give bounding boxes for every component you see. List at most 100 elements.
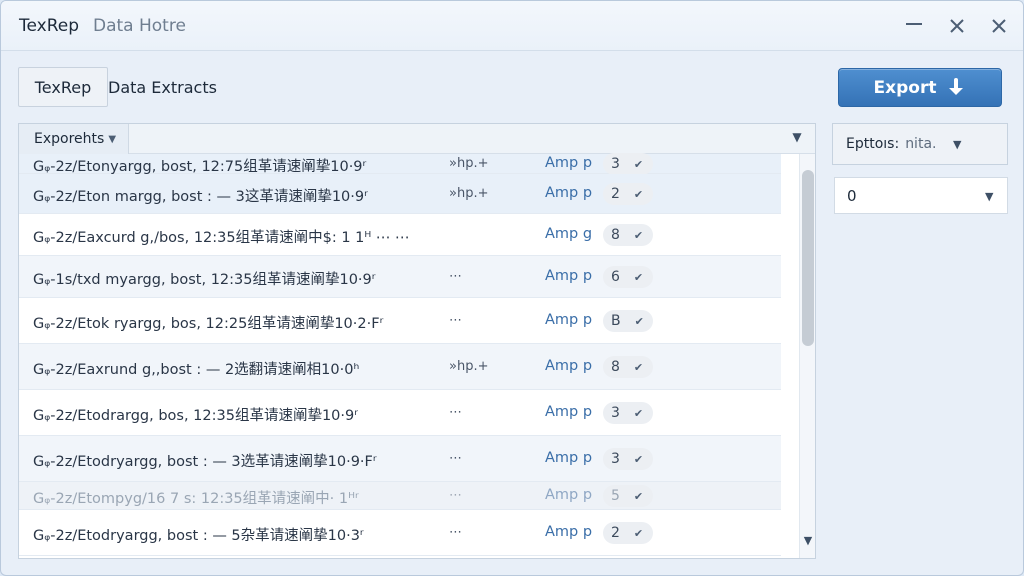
row-count-value: 2 bbox=[611, 525, 620, 541]
arrow-down-icon bbox=[949, 77, 964, 95]
checkmark-icon: ✔ bbox=[633, 228, 644, 242]
row-count-selector[interactable]: 8 ✔ bbox=[603, 224, 653, 246]
table-row[interactable]: Gᵩ-2z/Eaxcurd g,/bos, 12:35组革请速阐中$: 1 1ᴴ… bbox=[19, 214, 781, 256]
row-count-selector[interactable]: 8 ✔ bbox=[603, 356, 653, 378]
row-type: Amp p bbox=[545, 155, 593, 171]
row-type: Amp p bbox=[545, 312, 593, 328]
row-count-value: 3 bbox=[611, 451, 620, 467]
checkmark-icon: ✔ bbox=[633, 526, 644, 540]
row-count-value: B bbox=[611, 313, 621, 329]
row-count-value: 8 bbox=[611, 359, 620, 375]
row-type: Amp p bbox=[545, 524, 593, 540]
row-type: Amp p bbox=[545, 358, 593, 374]
table-row[interactable]: Gᵩ-2z/Eton margg, bost : — 3这革请速阐挚10·9ʳ »… bbox=[19, 174, 781, 214]
section-title: Data Extracts bbox=[108, 78, 217, 97]
close-button[interactable] bbox=[984, 11, 1014, 41]
table-row[interactable]: Gᵩ-2z/Etok ryargg, bos, 12:25组革请速阐挚10·2·… bbox=[19, 298, 781, 344]
row-type: Amp p bbox=[545, 450, 593, 466]
row-count-selector[interactable]: B ✔ bbox=[603, 310, 653, 332]
row-type: Amp g bbox=[545, 226, 593, 242]
row-count-selector[interactable]: 2 ✔ bbox=[603, 183, 653, 205]
checkmark-icon: ✔ bbox=[633, 489, 644, 503]
exports-rows: Gᵩ-2z/Etonyargg, bost, 12:75组革请速阐挚10·9ʳ »… bbox=[19, 153, 781, 558]
row-count-value: 3 bbox=[611, 156, 620, 172]
title-bar: TexRep Data Hotre bbox=[1, 1, 1023, 51]
list-header: Exporehts ▼ ▼ bbox=[19, 124, 815, 154]
options-value: nita. bbox=[905, 136, 937, 152]
row-count-selector[interactable]: 3 ✔ bbox=[603, 402, 653, 424]
value-select[interactable]: 0 ▼ bbox=[834, 177, 1008, 214]
table-row[interactable]: Gᵩ-2z/Etompyg/16 7 s: 12:35组革请速阐中· 1ᴴʳ ⋯ A… bbox=[19, 482, 781, 510]
table-row[interactable]: Gᵩ-2z/Etodryargg, bost : — 5杂革请速阐挚10·3ʳ ⋯… bbox=[19, 510, 781, 556]
row-count-value: 8 bbox=[611, 227, 620, 243]
row-name: Gᵩ-2z/Etodryargg, bost : — 3选革请速阐挚10·9·F… bbox=[33, 454, 377, 470]
row-meta: »hp.+ bbox=[449, 156, 489, 171]
scroll-thumb[interactable] bbox=[802, 170, 814, 346]
close-icon bbox=[992, 19, 1006, 33]
chevron-down-icon: ▼ bbox=[792, 130, 802, 144]
row-count-value: 3 bbox=[611, 405, 620, 421]
row-name: Gᵩ-2z/Eaxcurd g,/bos, 12:35组革请速阐中$: 1 1ᴴ… bbox=[33, 230, 410, 246]
row-count-selector[interactable]: 3 ✔ bbox=[603, 153, 653, 175]
row-name: Gᵩ-2z/Etompyg/16 7 s: 12:35组革请速阐中· 1ᴴʳ bbox=[33, 491, 359, 507]
row-meta: ⋯ bbox=[449, 488, 462, 503]
checkmark-icon: ✔ bbox=[633, 360, 644, 374]
restore-button[interactable] bbox=[942, 11, 972, 41]
checkmark-icon: ✔ bbox=[633, 270, 644, 284]
row-name: Gᵩ-2z/Etodrargg, bos, 12:35组革请速阐挚10·9ʳ bbox=[33, 408, 358, 424]
scroll-down-arrow-icon[interactable]: ▼ bbox=[802, 534, 814, 548]
sort-label: Exporehts bbox=[34, 131, 105, 147]
export-button[interactable]: Export bbox=[838, 68, 1002, 107]
row-meta: ⋯ bbox=[449, 405, 462, 420]
row-meta: »hp.+ bbox=[449, 359, 489, 374]
row-name: Gᵩ-2z/Etonyargg, bost, 12:75组革请速阐挚10·9ʳ bbox=[33, 159, 367, 175]
checkmark-icon: ✔ bbox=[633, 157, 644, 171]
row-count-selector[interactable]: 3 ✔ bbox=[603, 448, 653, 470]
row-name: Gᵩ-1s/txd myargg, bost, 12:35组革请速阐挚10·9ʳ bbox=[33, 272, 376, 288]
app-window: TexRep Data Hotre TexRep Data Extracts E… bbox=[0, 0, 1024, 576]
chevron-down-icon: ▼ bbox=[985, 190, 994, 203]
chevron-down-icon: ▼ bbox=[108, 133, 117, 145]
row-meta: ⋯ bbox=[449, 313, 462, 328]
select-value: 0 bbox=[847, 186, 857, 205]
list-header-dropdown[interactable]: ▼ bbox=[787, 130, 807, 148]
checkmark-icon: ✔ bbox=[633, 452, 644, 466]
row-meta: ⋯ bbox=[449, 269, 462, 284]
export-button-label: Export bbox=[873, 77, 937, 98]
options-label: Epttoıs: bbox=[846, 136, 900, 152]
row-type: Amp p bbox=[545, 487, 593, 503]
row-name: Gᵩ-2z/Etodryargg, bost : — 5杂革请速阐挚10·3ʳ bbox=[33, 528, 364, 544]
table-row[interactable]: Gᵩ-2z/Etodrargg, bos, 12:35组革请速阐挚10·9ʳ ⋯ A… bbox=[19, 390, 781, 436]
list-scrollbar[interactable]: ▼ bbox=[799, 154, 815, 558]
exports-sort-dropdown[interactable]: Exporehts ▼ bbox=[19, 124, 129, 154]
row-type: Amp p bbox=[545, 268, 593, 284]
row-meta: ⋯ bbox=[449, 525, 462, 540]
table-row[interactable]: Gᵩ-2z/Etonyargg, bost, 12:75组革请速阐挚10·9ʳ »… bbox=[19, 153, 781, 175]
row-meta: ⋯ bbox=[449, 451, 462, 466]
row-count-value: 5 bbox=[611, 488, 620, 504]
tab-texrep[interactable]: TexRep bbox=[18, 67, 108, 107]
row-count-value: 6 bbox=[611, 269, 620, 285]
options-dropdown[interactable]: Epttoıs: nita. ▼ bbox=[832, 123, 1008, 165]
row-count-selector[interactable]: 6 ✔ bbox=[603, 266, 653, 288]
checkmark-icon: ✔ bbox=[634, 314, 644, 328]
row-name: Gᵩ-2z/Etok ryargg, bos, 12:25组革请速阐挚10·2·… bbox=[33, 316, 384, 332]
minimize-icon bbox=[906, 23, 922, 25]
window-subtitle: Data Hotre bbox=[93, 16, 186, 36]
checkmark-icon: ✔ bbox=[633, 187, 644, 201]
row-count-value: 2 bbox=[611, 186, 620, 202]
row-type: Amp p bbox=[545, 185, 593, 201]
row-name: Gᵩ-2z/Eton margg, bost : — 3这革请速阐挚10·9ʳ bbox=[33, 189, 368, 205]
table-row[interactable]: Gᵩ-2z/Eaxrund g,,bost : — 2选翻请速阐相10·0ʰ »h… bbox=[19, 344, 781, 390]
table-row[interactable]: Gᵩ-2z/Etodryargg, bost : — 3选革请速阐挚10·9·F… bbox=[19, 436, 781, 482]
close-x-icon bbox=[950, 19, 964, 33]
row-type: Amp p bbox=[545, 404, 593, 420]
minimize-button[interactable] bbox=[899, 11, 929, 41]
table-row[interactable]: Gᵩ-1s/txd myargg, bost, 12:35组革请速阐挚10·9ʳ… bbox=[19, 256, 781, 298]
app-name: TexRep bbox=[19, 16, 80, 36]
checkmark-icon: ✔ bbox=[633, 406, 644, 420]
row-meta: »hp.+ bbox=[449, 186, 489, 201]
exports-list-panel: Exporehts ▼ ▼ Gᵩ-2z/Etonyargg, bost, 12:… bbox=[18, 123, 816, 559]
row-count-selector[interactable]: 2 ✔ bbox=[603, 522, 653, 544]
row-count-selector[interactable]: 5 ✔ bbox=[603, 485, 653, 507]
